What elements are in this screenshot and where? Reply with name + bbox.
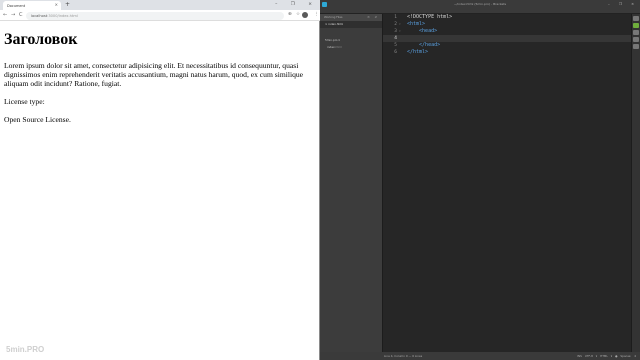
- code-line[interactable]: 3 ▾ <head>: [383, 28, 631, 35]
- avatar[interactable]: [302, 12, 308, 18]
- line-number: 1: [394, 15, 397, 20]
- back-icon[interactable]: ←: [3, 11, 7, 19]
- line-number: 2: [394, 22, 397, 27]
- url-text: localhost:3000/index.html: [31, 12, 78, 20]
- code-text: <head>: [407, 28, 437, 35]
- project-file-name: index: [327, 45, 335, 49]
- editor-titlebar: ~/index.html (5min.pro) - Brackets – ❐ ×: [320, 0, 640, 8]
- page-paragraph: Lorem ipsum dolor sit amet, consectetur …: [4, 61, 304, 88]
- working-files-header: Working Files ⚙ ⇵: [320, 14, 382, 21]
- editor-window-controls[interactable]: – ❐ ×: [608, 0, 638, 8]
- page-viewport: Заголовок Lorem ipsum dolor sit amet, co…: [0, 21, 319, 360]
- live-preview-icon[interactable]: [633, 16, 639, 21]
- close-icon[interactable]: ×: [55, 3, 58, 7]
- url-host: localhost: [31, 13, 48, 18]
- zoom-icon[interactable]: ⊕: [288, 11, 292, 19]
- url-input[interactable]: localhost:3000/index.html: [26, 11, 284, 20]
- status-right[interactable]: INS UTF-8 ▾ HTML ▾ ● Spaces: 4: [577, 352, 636, 360]
- reload-icon[interactable]: C: [19, 11, 23, 19]
- code-token: <head>: [407, 28, 438, 34]
- watermark: 5min.PRO: [6, 345, 45, 354]
- tab-strip: Document × + – ❐ ×: [0, 0, 320, 10]
- code-token: <html>: [407, 21, 426, 27]
- new-tab-button[interactable]: +: [65, 1, 70, 9]
- working-file-item[interactable]: × index.html: [320, 21, 382, 28]
- license-label: License type:: [4, 97, 45, 106]
- toolbar-icon[interactable]: [633, 30, 639, 35]
- star-icon[interactable]: ☆: [296, 11, 300, 19]
- toolbar-icon[interactable]: [633, 44, 639, 49]
- code-line[interactable]: 6 </html>: [383, 49, 631, 56]
- project-dropdown[interactable]: 5min.pro ▾: [320, 37, 382, 44]
- editor-window: ~/index.html (5min.pro) - Brackets – ❐ ×…: [320, 0, 640, 360]
- code-text: </html>: [407, 49, 428, 56]
- code-token: </head>: [407, 42, 441, 48]
- browser-tab[interactable]: Document ×: [3, 1, 61, 10]
- cursor-position: Line 4, Column 9 — 6 Lines: [384, 354, 423, 358]
- code-line[interactable]: 1 <!DOCTYPE html>: [383, 14, 631, 21]
- license-value: Open Source License.: [4, 115, 71, 124]
- code-text: <html>: [407, 21, 425, 28]
- project-file-ext: .html: [334, 45, 342, 49]
- line-number: 5: [394, 43, 397, 48]
- code-editor[interactable]: 1 <!DOCTYPE html> 2 ▾ <html> 3 ▾ <head> 4 5 </h…: [383, 14, 631, 352]
- project-file-item[interactable]: index.html: [320, 44, 382, 51]
- toolbar-icon[interactable]: [633, 37, 639, 42]
- editor-right-toolbar: [631, 14, 640, 352]
- sidebar-settings-icon[interactable]: ⚙ ⇵: [367, 14, 379, 21]
- line-number: 4: [394, 36, 397, 41]
- code-token: </html>: [407, 49, 429, 55]
- extension-manager-icon[interactable]: [633, 23, 639, 28]
- menu-icon[interactable]: ⋮: [314, 11, 319, 19]
- code-line[interactable]: 5 </head>: [383, 42, 631, 49]
- fold-icon[interactable]: ▾: [399, 21, 401, 28]
- line-number: 3: [394, 29, 397, 34]
- tab-title: Document: [7, 3, 26, 8]
- code-line[interactable]: 2 ▾ <html>: [383, 21, 631, 28]
- forward-icon[interactable]: →: [11, 11, 15, 19]
- code-text: <!DOCTYPE html>: [407, 14, 452, 21]
- line-number: 6: [394, 50, 397, 55]
- window-controls[interactable]: – ❐ ×: [275, 1, 318, 9]
- editor-statusbar: Line 4, Column 9 — 6 Lines INS UTF-8 ▾ H…: [320, 352, 640, 360]
- editor-title: ~/index.html (5min.pro) - Brackets: [453, 2, 507, 6]
- url-path: :3000/index.html: [47, 13, 78, 18]
- page-heading: Заголовок: [4, 31, 78, 48]
- code-text: [407, 35, 431, 42]
- file-sidebar: Working Files ⚙ ⇵ × index.html 5min.pro …: [320, 14, 383, 352]
- working-files-label: Working Files: [324, 15, 343, 19]
- code-line[interactable]: 4: [383, 35, 631, 42]
- code-token: <!DOCTYPE html>: [407, 14, 453, 20]
- code-text: </head>: [407, 42, 440, 49]
- address-bar: ← → C localhost:3000/index.html ⊕ ☆ ⋮: [0, 10, 320, 21]
- browser-window: Document × + – ❐ × ← → C localhost:3000/…: [0, 0, 320, 360]
- fold-icon[interactable]: ▾: [399, 28, 401, 35]
